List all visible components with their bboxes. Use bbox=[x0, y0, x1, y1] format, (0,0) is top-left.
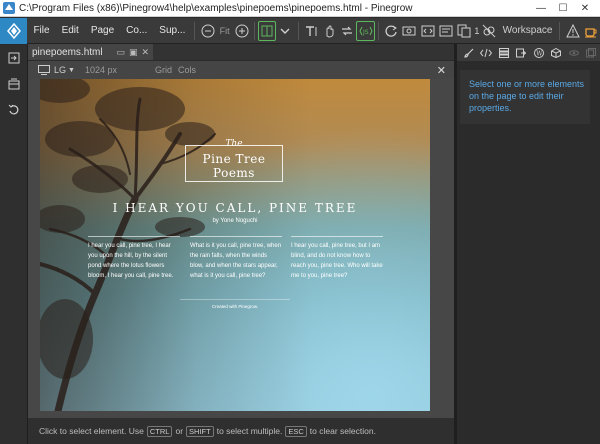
menu-support[interactable]: Sup... bbox=[153, 25, 191, 36]
canvas-width: 1024 px bbox=[84, 65, 117, 75]
zoom-in-icon[interactable] bbox=[233, 21, 251, 41]
footer-rule bbox=[180, 299, 290, 300]
warning-icon[interactable] bbox=[563, 21, 581, 41]
interact-hand-icon[interactable] bbox=[320, 21, 338, 41]
open-page-icon[interactable] bbox=[0, 45, 28, 71]
pinegrow-logo-icon bbox=[6, 22, 21, 39]
toolbar-divider bbox=[559, 21, 561, 40]
chevron-down-icon[interactable] bbox=[276, 21, 294, 41]
shift-key: SHIFT bbox=[186, 425, 214, 437]
pinegrow-logo-button[interactable] bbox=[0, 17, 28, 44]
page-count: 1 bbox=[474, 25, 480, 36]
code-tag-icon[interactable] bbox=[478, 45, 496, 61]
dock-panel-icon[interactable] bbox=[583, 45, 600, 61]
split-view-icon[interactable]: ▣ bbox=[129, 47, 138, 58]
logo-line-2: Poems bbox=[213, 166, 255, 180]
ctrl-key: CTRL bbox=[146, 425, 173, 437]
poem-headline: I HEAR YOU CALL, PINE TREE bbox=[112, 201, 358, 215]
preview-icon[interactable] bbox=[400, 21, 418, 41]
close-tab-icon[interactable]: ✕ bbox=[141, 47, 149, 58]
close-window-button[interactable]: ✕ bbox=[574, 1, 596, 15]
move-element-icon[interactable] bbox=[338, 21, 356, 41]
wordpress-icon[interactable]: W bbox=[530, 45, 548, 61]
tab-pinepoems[interactable]: pinepoems.html ▭ ▣ ✕ bbox=[28, 44, 153, 60]
status-text: Click to select element. Use bbox=[39, 426, 144, 436]
device-chevron-icon[interactable]: ▼ bbox=[68, 67, 75, 74]
multi-page-icon[interactable] bbox=[455, 21, 473, 41]
library-icon[interactable] bbox=[0, 71, 28, 97]
status-bar: Click to select element. Use CTRL or SHI… bbox=[28, 418, 454, 444]
zoom-fit-button[interactable]: Fit bbox=[217, 26, 233, 36]
maximize-button[interactable]: ☐ bbox=[552, 1, 574, 15]
code-view-icon[interactable] bbox=[418, 21, 436, 41]
layout-grid-icon[interactable] bbox=[257, 20, 277, 41]
status-text: or bbox=[175, 426, 184, 436]
column-rule bbox=[88, 236, 180, 237]
menu-page[interactable]: Page bbox=[85, 25, 120, 36]
page-preview[interactable]: The Pine Tree Poems I HEAR YOU CALL, PIN… bbox=[40, 79, 430, 411]
device-size-select[interactable]: LG bbox=[54, 65, 66, 75]
monitor-icon bbox=[38, 65, 50, 75]
logo-line-1: Pine Tree bbox=[202, 152, 266, 166]
main-toolbar: File Edit Page Co... Sup... Fit JS 1 Wor… bbox=[0, 17, 600, 44]
eye-icon[interactable] bbox=[565, 45, 583, 61]
css-view-icon[interactable] bbox=[437, 21, 455, 41]
logo-the: The bbox=[225, 139, 243, 149]
poem-column-3: I hear you call, pine tree, but I am bli… bbox=[291, 243, 383, 279]
toolbar-divider bbox=[253, 21, 255, 40]
poem-column-1: I hear you call, pine tree, I hear you u… bbox=[88, 243, 174, 279]
tab-label: pinepoems.html bbox=[32, 46, 103, 58]
text-edit-icon[interactable] bbox=[302, 21, 320, 41]
toolbar-divider bbox=[297, 21, 299, 40]
link-icon[interactable] bbox=[480, 21, 498, 41]
properties-toolbar: W bbox=[457, 44, 600, 61]
poem-byline: by Yone Noguchi bbox=[212, 218, 258, 224]
brush-style-icon[interactable] bbox=[460, 45, 478, 61]
close-canvas-icon[interactable]: ✕ bbox=[437, 64, 446, 77]
properties-empty-message: Select one or more elements on the page … bbox=[460, 70, 590, 124]
menu-file[interactable]: File bbox=[27, 25, 55, 36]
canvas-toolbar: LG ▼ 1024 px Grid Cols ✕ bbox=[28, 61, 454, 79]
toolbar-divider bbox=[194, 21, 196, 40]
workspace-menu[interactable]: Workspace bbox=[499, 25, 557, 36]
status-text: to select multiple. bbox=[216, 426, 283, 436]
page-view-icon[interactable]: ▭ bbox=[116, 47, 125, 58]
zoom-out-icon[interactable] bbox=[198, 21, 216, 41]
svg-text:JS: JS bbox=[362, 29, 369, 36]
column-rule bbox=[190, 236, 282, 237]
svg-text:W: W bbox=[536, 50, 543, 57]
window-title: C:\Program Files (x86)\Pinegrow4\help\ex… bbox=[19, 2, 413, 14]
window-titlebar: C:\Program Files (x86)\Pinegrow4\help\ex… bbox=[0, 0, 600, 17]
esc-key: ESC bbox=[285, 425, 307, 437]
menu-edit[interactable]: Edit bbox=[56, 25, 85, 36]
cols-toggle[interactable]: Cols bbox=[178, 65, 196, 75]
document-tabs: pinepoems.html ▭ ▣ ✕ bbox=[28, 44, 454, 60]
javascript-icon[interactable]: JS bbox=[356, 20, 375, 41]
tree-structure-icon[interactable] bbox=[495, 45, 513, 61]
coffee-cup-icon[interactable] bbox=[582, 21, 600, 41]
undo-history-icon[interactable] bbox=[0, 97, 28, 123]
grid-toggle[interactable]: Grid bbox=[155, 65, 172, 75]
minimize-button[interactable]: — bbox=[530, 1, 552, 15]
cube-icon[interactable] bbox=[548, 45, 566, 61]
pinegrow-app-icon bbox=[3, 2, 15, 14]
actions-icon[interactable] bbox=[513, 45, 531, 61]
left-sidebar bbox=[0, 45, 28, 444]
column-rule bbox=[291, 236, 383, 237]
logo-box: The Pine Tree Poems bbox=[185, 139, 283, 182]
footer-credit: Created with Pinegrow. bbox=[211, 304, 259, 309]
refresh-icon[interactable] bbox=[382, 21, 400, 41]
status-text: to clear selection. bbox=[309, 426, 376, 436]
menu-components[interactable]: Co... bbox=[120, 25, 153, 36]
toolbar-divider bbox=[377, 21, 379, 40]
poem-column-2: What is it you call, pine tree, when the… bbox=[190, 243, 282, 279]
